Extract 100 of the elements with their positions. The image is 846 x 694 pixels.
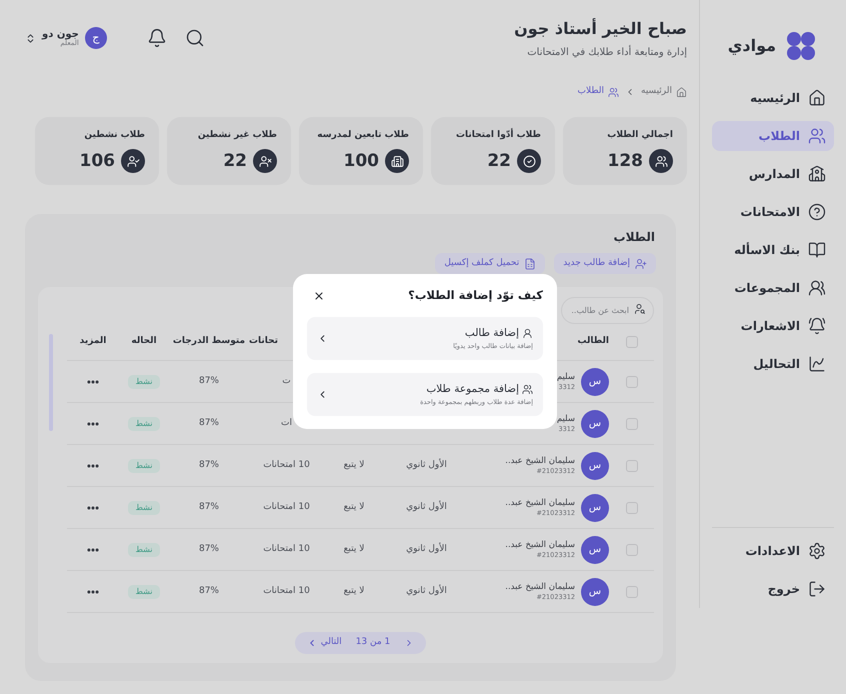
nav-icon: [808, 317, 826, 335]
stat-value: 100: [344, 150, 379, 172]
sidebar-item[interactable]: المدارس: [712, 159, 834, 189]
student-avatar: س: [581, 452, 609, 480]
stat-icon: [385, 149, 409, 174]
stat-value: 22: [487, 150, 511, 172]
status-badge: نشط: [128, 542, 160, 556]
stat-icon: [121, 149, 145, 174]
stat-label: طلاب تابعين لمدرسه: [316, 129, 409, 142]
stat-icon: [649, 149, 673, 174]
column-header: الحاله: [131, 336, 157, 346]
table-cell: ت: [282, 376, 291, 386]
stat-value: 106: [80, 150, 115, 172]
chevrons-icon[interactable]: [25, 32, 36, 44]
table-cell: لا يتبع: [344, 502, 364, 512]
action-button[interactable]: تحميل كملف إكسيل: [435, 253, 546, 274]
student-avatar: س: [581, 368, 609, 396]
student-name: سليمان الشيخ عبد..: [505, 498, 575, 509]
table-cell: 87%: [198, 544, 219, 554]
sidebar-item[interactable]: الرئيسيه: [712, 83, 834, 113]
table-cell: 10 امتحانات: [263, 502, 310, 512]
table-cell: ات: [281, 418, 292, 428]
file-icon: [524, 258, 536, 270]
row-checkbox[interactable]: [626, 376, 638, 388]
column-header: متوسط الدرجات: [172, 336, 246, 346]
action-button[interactable]: إضافة طالب جديد: [554, 253, 656, 274]
user-icon: [522, 328, 533, 340]
column-header: تحانات: [249, 336, 278, 346]
logout-icon: [808, 580, 826, 598]
search-icon[interactable]: [184, 28, 205, 48]
next-link[interactable]: التالي: [306, 636, 342, 650]
search-field[interactable]: ابحث عن طالب..: [561, 297, 654, 324]
logo-icon: [786, 31, 816, 61]
table-cell: لا يتبع: [344, 544, 364, 554]
stat-value: 22: [223, 150, 247, 172]
option-title: إضافة مجموعة طلاب: [426, 382, 519, 397]
student-name: سليمان الشيخ عبد..: [505, 540, 575, 551]
table-cell: 87%: [198, 502, 219, 512]
student-name: سليمان الشيخ عبد..: [505, 456, 575, 467]
user-icon: [522, 384, 533, 396]
row-checkbox[interactable]: [626, 544, 638, 556]
table-cell: لا يتبع: [344, 460, 364, 470]
panel-title: الطلاب: [612, 229, 655, 246]
row-checkbox[interactable]: [626, 418, 638, 430]
stat-icon: [517, 149, 541, 174]
student-avatar: س: [581, 578, 609, 606]
column-header: الطالب: [577, 336, 609, 346]
users-icon: [608, 86, 619, 98]
stat-label: طلاب نشطين: [83, 129, 145, 142]
page-indicator: 1 من 13: [356, 636, 390, 650]
user-avatar[interactable]: ج: [84, 27, 107, 49]
sidebar-item[interactable]: خروج: [712, 574, 834, 604]
student-name: سليم: [556, 414, 575, 425]
table-cell: 87%: [198, 418, 219, 428]
table-cell: 10 امتحانات: [263, 460, 310, 470]
sidebar-item[interactable]: الامتحانات: [712, 197, 834, 227]
home-icon: [676, 86, 687, 98]
stat-label: طلاب أدّوا امتحانات: [454, 129, 541, 142]
bell-icon[interactable]: [146, 28, 167, 48]
student-avatar: س: [581, 494, 609, 522]
student-avatar: س: [581, 536, 609, 564]
close-icon[interactable]: [313, 290, 325, 302]
sidebar-item[interactable]: الطلاب: [712, 121, 834, 151]
breadcrumb-link[interactable]: الرئيسيه: [641, 85, 687, 99]
table-cell: 87%: [198, 376, 219, 386]
nav-icon: [808, 165, 826, 183]
table-cell: الأول ثانوي: [406, 502, 447, 512]
table-cell: الأول ثانوي: [406, 586, 447, 596]
sidebar-item[interactable]: الاعدادات: [712, 536, 834, 566]
status-badge: نشط: [128, 374, 160, 388]
nav-icon: [808, 89, 826, 107]
sidebar-item[interactable]: التحاليل: [712, 349, 834, 379]
table-cell: لا يتبع: [344, 586, 364, 596]
sidebar-item[interactable]: الاشعارات: [712, 311, 834, 341]
option-title: إضافة طالب: [464, 326, 519, 341]
stat-label: اجمالي الطلاب: [606, 129, 673, 142]
table-cell: 10 امتحانات: [263, 586, 310, 596]
student-name: سليم: [556, 372, 575, 383]
column-header: المزيد: [80, 336, 106, 346]
row-checkbox[interactable]: [626, 502, 638, 514]
user-plus-icon: [635, 258, 647, 270]
stat-value: 128: [608, 150, 643, 172]
search-icon: [634, 303, 646, 315]
brand-name: موادي: [728, 35, 776, 57]
table-cell: الأول ثانوي: [406, 544, 447, 554]
student-avatar: س: [581, 410, 609, 438]
breadcrumb-link[interactable]: الطلاب: [578, 85, 619, 99]
row-checkbox[interactable]: [626, 586, 638, 598]
sidebar-item[interactable]: المجموعات: [712, 273, 834, 303]
dialog-title: كيف توّد إضافة الطلاب؟: [408, 287, 543, 304]
page-subtitle: إدارة ومتابعة أداء طلابك في الامتحانات: [526, 44, 687, 60]
stat-label: طلاب غير نشطين: [196, 129, 277, 142]
greeting-title: صباح الخير أستاذ جون: [514, 17, 687, 40]
table-cell: 87%: [198, 586, 219, 596]
sidebar-item[interactable]: بنك الاسأله: [712, 235, 834, 265]
row-checkbox[interactable]: [626, 460, 638, 472]
table-cell: 87%: [198, 460, 219, 470]
select-all-checkbox[interactable]: [626, 336, 638, 348]
nav-icon: [808, 203, 826, 221]
table-cell: 10 امتحانات: [263, 544, 310, 554]
